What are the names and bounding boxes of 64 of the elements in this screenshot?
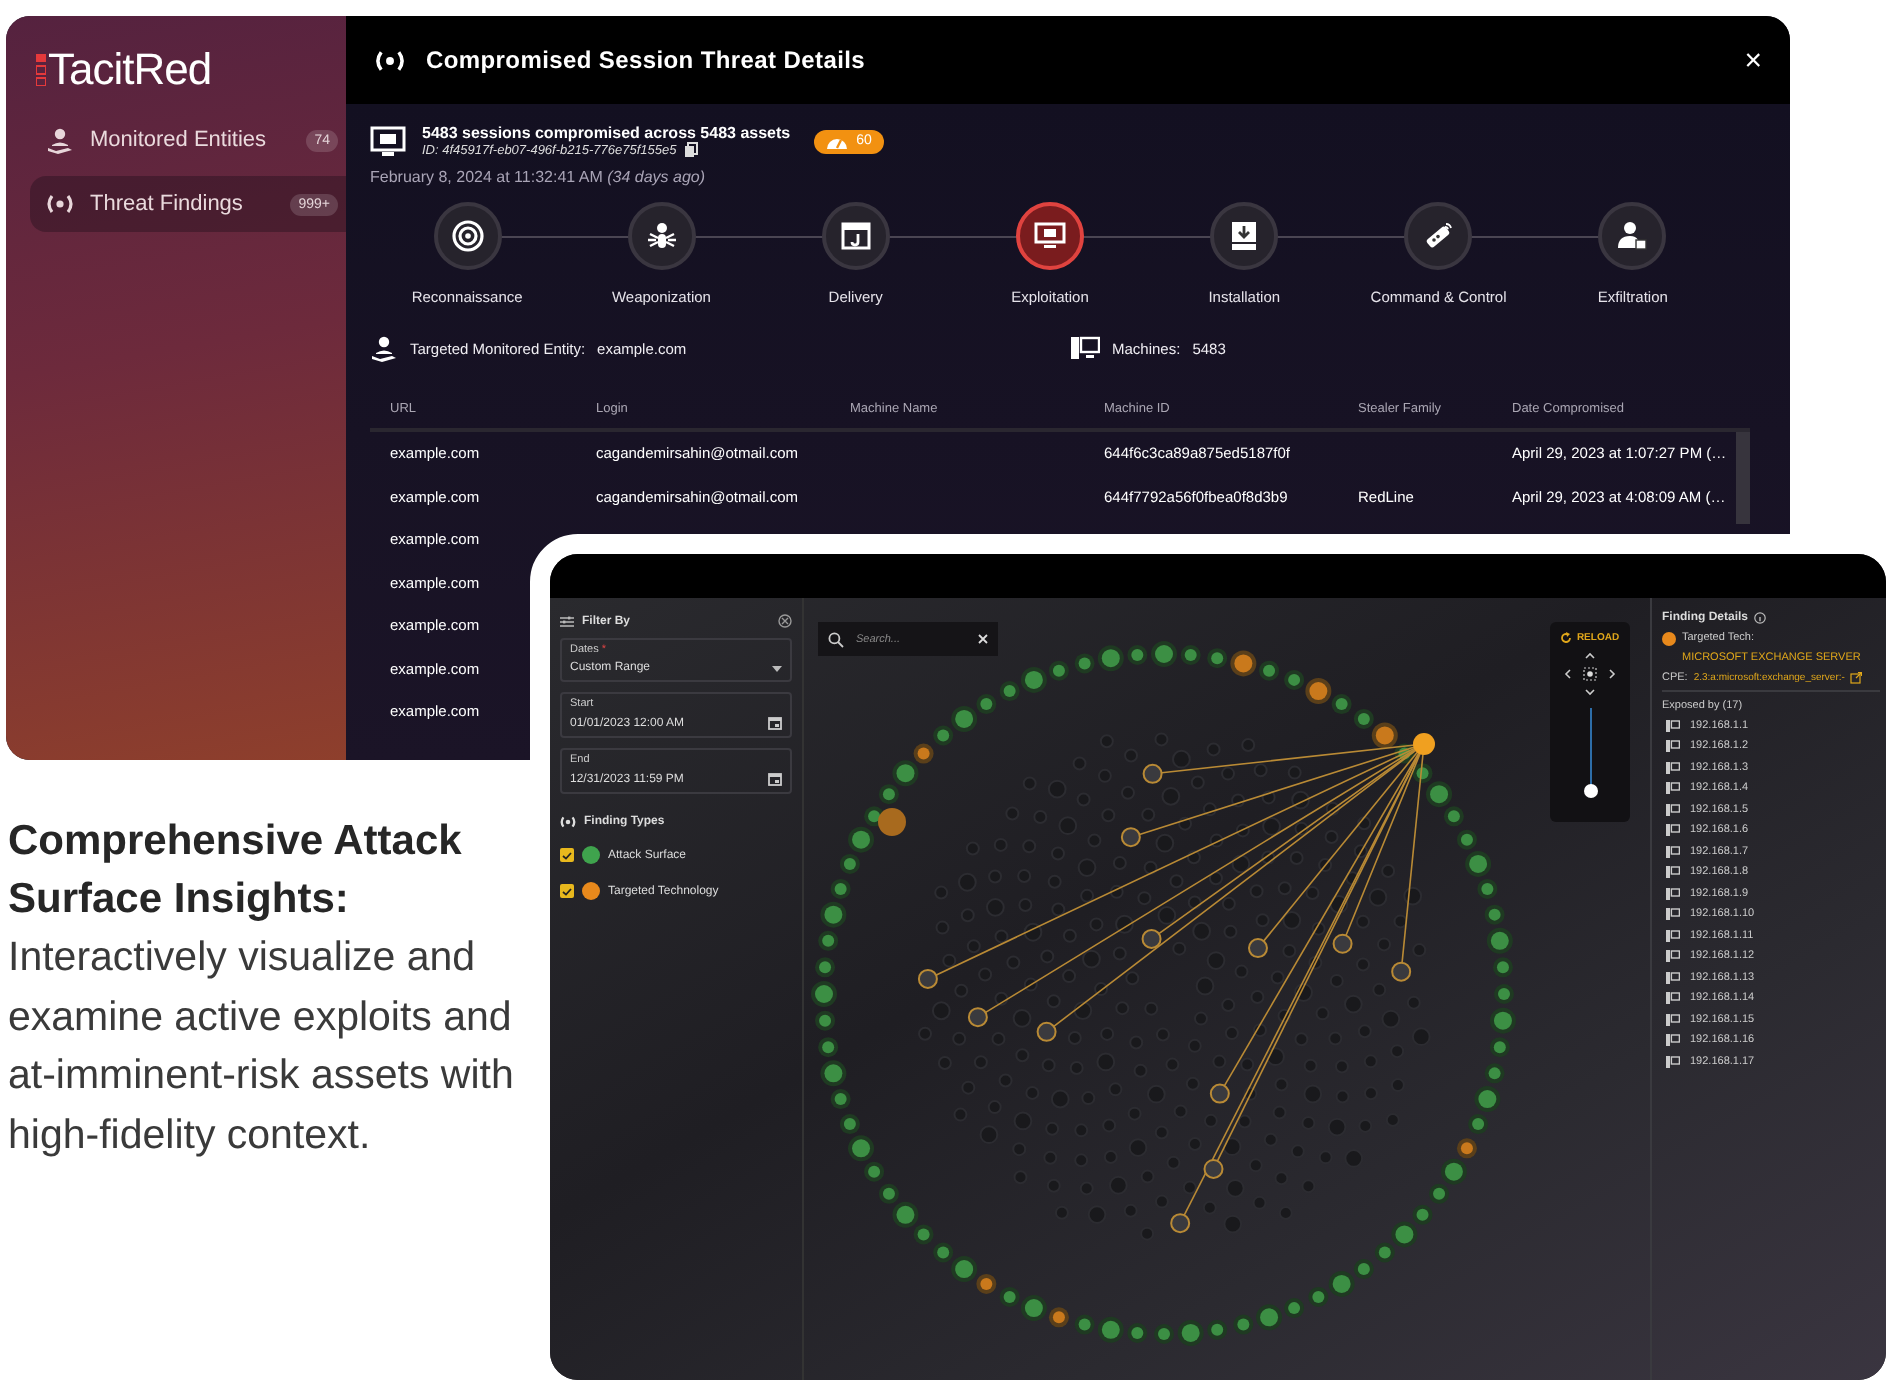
computer-icon [1666, 845, 1680, 857]
gauge-icon [826, 133, 849, 149]
reload-icon [1560, 632, 1573, 644]
broadcast-icon [46, 194, 74, 214]
computer-icon [1666, 971, 1680, 983]
computer-icon [1666, 719, 1680, 731]
external-link-icon[interactable] [1850, 671, 1863, 683]
stage-node[interactable] [433, 202, 502, 270]
scrollbar[interactable] [1736, 432, 1750, 524]
tech-icon [1662, 631, 1676, 645]
pan-controls-icon[interactable] [1564, 652, 1616, 696]
computer-icon [1070, 336, 1100, 360]
broadcast-icon [374, 49, 406, 71]
computer-icon [1666, 1013, 1680, 1025]
caption-heading: Comprehensive Attack Surface Insights: [8, 816, 464, 926]
computer-icon [1666, 908, 1680, 920]
bug-icon [645, 220, 678, 252]
stage-node[interactable] [627, 202, 696, 270]
close-button[interactable]: × [1744, 43, 1762, 77]
monitor-icon [1033, 220, 1066, 252]
logo-icon [36, 54, 46, 86]
checkbox[interactable] [560, 884, 574, 898]
stage-node[interactable] [1598, 202, 1667, 270]
broadcast-icon [560, 816, 576, 828]
target-icon [451, 220, 484, 252]
stage-node[interactable] [1210, 202, 1279, 270]
window-icon [839, 220, 872, 252]
checkbox[interactable] [560, 848, 574, 862]
computer-icon [1666, 782, 1680, 794]
download-icon [1228, 220, 1261, 252]
summary-text: 5483 sessions compromised across 5483 assets [422, 124, 791, 142]
computer-icon [1666, 803, 1680, 815]
computer-icon [1666, 1055, 1680, 1067]
monitor-icon [370, 125, 406, 157]
stage-node[interactable] [821, 202, 890, 270]
slider-thumb[interactable] [1583, 784, 1597, 798]
computer-icon [1666, 929, 1680, 941]
person-hand-icon [46, 126, 74, 154]
calendar-icon[interactable] [768, 716, 782, 730]
search-icon [828, 631, 844, 647]
info-icon[interactable] [1754, 612, 1767, 624]
clear-icon[interactable] [778, 614, 792, 628]
computer-icon [1666, 887, 1680, 899]
dropdown-caret-icon [772, 665, 782, 671]
computer-icon [1666, 824, 1680, 836]
computer-icon [1666, 992, 1680, 1004]
computer-icon [1666, 866, 1680, 878]
stage-node[interactable] [1015, 202, 1084, 270]
filter-sliders-icon [560, 615, 574, 627]
caption-text: Interactively visualize and examine active exploits and at-imminent-risk assets with high-fidelity context. [8, 932, 516, 1161]
computer-icon [1666, 761, 1680, 773]
copy-icon[interactable] [684, 142, 699, 158]
calendar-icon[interactable] [768, 772, 782, 786]
dialog-title: Compromised Session Threat Details [426, 46, 868, 74]
person-hand-icon [370, 334, 398, 362]
computer-icon [1666, 950, 1680, 962]
computer-icon [1666, 1034, 1680, 1046]
stage-node[interactable] [1404, 202, 1473, 270]
timestamp: February 8, 2024 at 11:32:41 AM (34 days ago) [370, 168, 708, 186]
remote-control-icon [1422, 220, 1455, 252]
close-icon[interactable] [978, 634, 988, 644]
computer-icon [1666, 740, 1680, 752]
logo: TacitRed [48, 44, 212, 96]
person-lock-icon [1616, 220, 1649, 252]
